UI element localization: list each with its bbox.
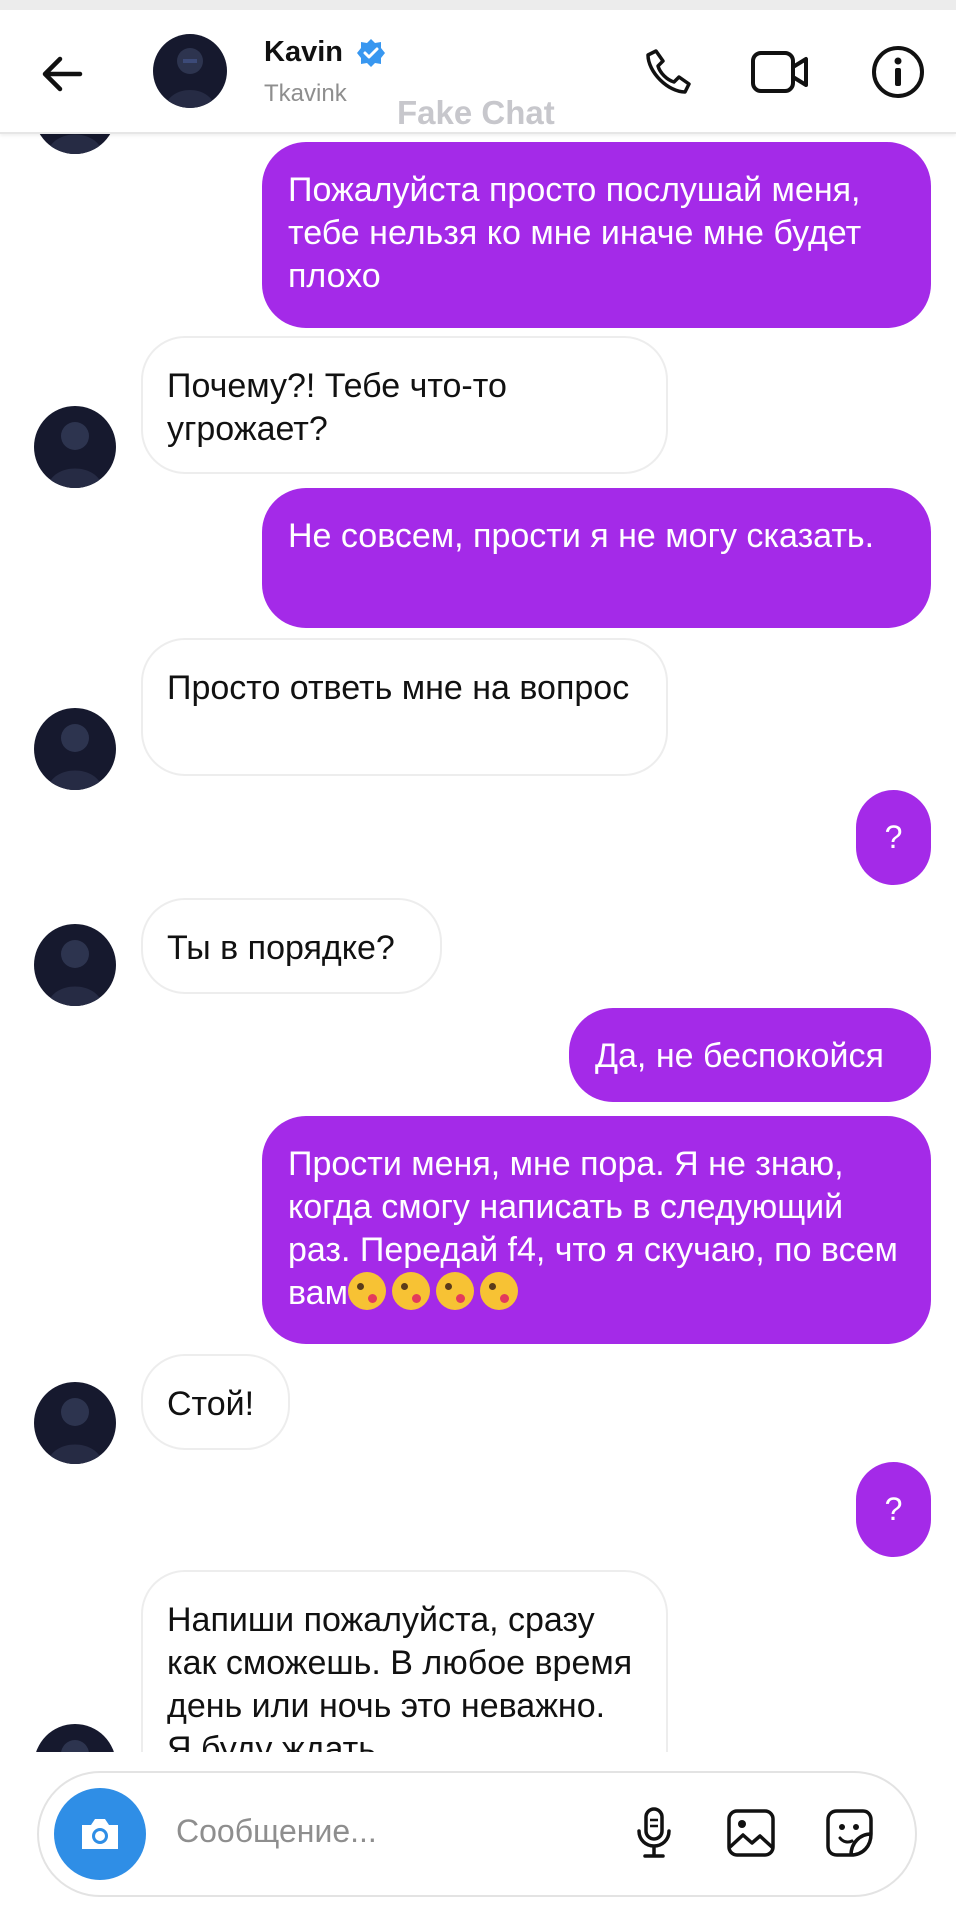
sticker-icon[interactable]	[818, 1801, 882, 1865]
sender-avatar	[34, 1382, 116, 1464]
outgoing-message[interactable]: ?	[856, 1462, 931, 1557]
contact-avatar[interactable]	[153, 34, 227, 108]
outgoing-message[interactable]: Да, не беспокойся	[569, 1008, 931, 1102]
outgoing-message[interactable]: Пожалуйста просто послушай меня, тебе не…	[262, 142, 931, 328]
sender-avatar	[34, 132, 116, 154]
outgoing-message[interactable]: ?	[856, 790, 931, 885]
outgoing-message[interactable]: Прости меня, мне пора. Я не знаю, когда …	[262, 1116, 931, 1344]
message-input[interactable]: Сообщение...	[176, 1813, 377, 1850]
status-strip	[0, 0, 956, 10]
contact-username: Tkavink	[264, 80, 347, 107]
camera-icon[interactable]	[54, 1788, 146, 1880]
incoming-message[interactable]: Ты в порядке?	[141, 898, 442, 994]
verified-badge-icon	[356, 38, 386, 68]
kissing-face-emoji	[391, 1272, 430, 1310]
sender-avatar	[34, 924, 116, 1006]
incoming-message[interactable]: Просто ответь мне на вопрос	[141, 638, 668, 776]
chat-header: Kavin Tkavink Fake Chat	[0, 10, 956, 134]
kissing-face-emoji	[435, 1272, 474, 1310]
outgoing-message[interactable]: Не совсем, прости я не могу сказать.	[262, 488, 931, 628]
contact-name[interactable]: Kavin	[264, 36, 343, 69]
kissing-face-emoji	[347, 1272, 386, 1310]
phone-icon[interactable]	[636, 40, 700, 104]
message-thread[interactable]: Пожалуйста просто послушай меня, тебе не…	[0, 132, 956, 1752]
kissing-face-emoji	[479, 1272, 518, 1310]
message-composer: Сообщение...	[37, 1771, 917, 1897]
arrow-left-icon[interactable]	[38, 50, 86, 98]
sender-avatar	[34, 406, 116, 488]
sender-avatar	[34, 708, 116, 790]
video-camera-icon[interactable]	[748, 40, 812, 104]
incoming-message[interactable]: Напиши пожалуйста, сразу как сможешь. В …	[141, 1570, 668, 1752]
incoming-message[interactable]: Стой!	[141, 1354, 290, 1450]
microphone-icon[interactable]	[622, 1801, 686, 1865]
sender-avatar	[34, 1724, 116, 1752]
info-circle-icon[interactable]	[866, 40, 930, 104]
image-icon[interactable]	[719, 1801, 783, 1865]
incoming-message[interactable]: Почему?! Тебе что-то угрожает?	[141, 336, 668, 474]
watermark-text: Fake Chat	[397, 94, 555, 131]
